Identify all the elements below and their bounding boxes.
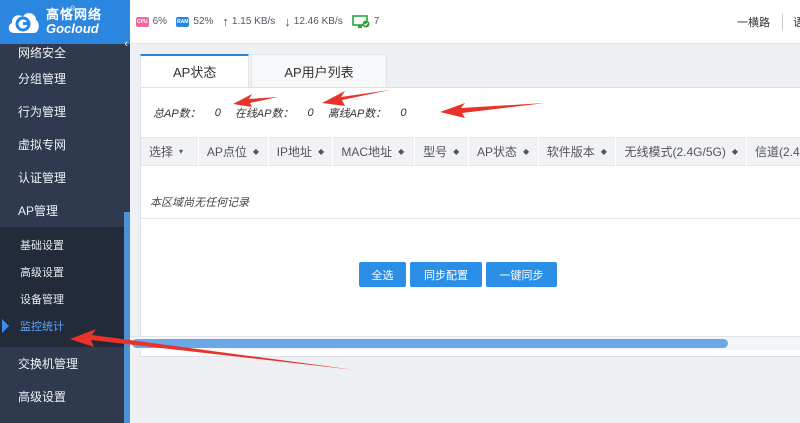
offline-ap-value: 0 [400, 106, 407, 119]
sidebar-item-auth-management[interactable]: 认证管理 [0, 161, 130, 194]
column-header-ap-location[interactable]: AP点位 ◆ [199, 137, 269, 166]
registered-mark: ® [70, 6, 76, 13]
sidebar-item-label: 高级设置 [18, 390, 67, 404]
tab-ap-user-list[interactable]: AP用户列表 [251, 54, 387, 87]
submenu-item-label: 设备管理 [20, 293, 64, 306]
online-ap-value: 0 [307, 106, 314, 119]
column-header-ip[interactable]: IP地址 ◆ [269, 137, 334, 166]
sort-icon: ◆ [317, 147, 325, 156]
sidebar-item-label: 分组管理 [18, 72, 67, 86]
cpu-usage: 6% [152, 16, 168, 27]
brand-name-en: Gocloud [46, 21, 99, 36]
column-header-channel[interactable]: 信道(2.4G [747, 137, 800, 166]
sidebar-item-ap-management[interactable]: AP管理 [0, 194, 130, 227]
online-clients-count: 7 [373, 16, 380, 27]
sort-icon: ◆ [600, 147, 607, 156]
sync-config-button[interactable]: 同步配置 [410, 262, 482, 287]
column-header-wireless-mode[interactable]: 无线模式(2.4G/5G) ◆ [616, 137, 748, 166]
top-status-bar: CPU 6% RAM 52% ↑ 1.15 KB/s ↓ 12.46 KB/s … [130, 0, 800, 44]
sort-icon: ◆ [252, 147, 259, 156]
sidebar-item-advanced-settings[interactable]: 高级设置 [0, 380, 130, 413]
offline-ap-label: 离线AP数： [327, 107, 387, 120]
sidebar-item-group-management[interactable]: 分组管理 [0, 62, 130, 95]
sort-icon: ◆ [731, 147, 738, 156]
upload-stat: ↑ 1.15 KB/s [222, 14, 275, 29]
language-switch[interactable]: 语 [793, 14, 800, 30]
sidebar-item-behavior-management[interactable]: 行为管理 [0, 95, 130, 128]
main-content: AP状态 AP用户列表 总AP数： 0 在线AP数： 0 离线AP数： 0 选择… [130, 45, 800, 423]
horizontal-scrollbar[interactable] [130, 336, 800, 350]
submenu-item-label: 基础设置 [20, 239, 64, 252]
select-all-button[interactable]: 全选 [359, 262, 406, 287]
column-header-software-version[interactable]: 软件版本 ◆ [539, 137, 617, 166]
horizontal-scrollbar-thumb[interactable] [132, 339, 728, 348]
sort-icon: ◆ [453, 147, 460, 156]
active-marker-icon [2, 319, 9, 333]
upload-speed: 1.15 KB/s [231, 16, 276, 27]
submenu-item-label: 高级设置 [20, 266, 64, 279]
cpu-stat: CPU 6% [136, 16, 167, 27]
ram-stat: RAM 52% [176, 16, 213, 27]
brand-logo[interactable]: 高恪网络 Gocloud ® [0, 0, 130, 44]
dropdown-caret-icon: ▾ [179, 147, 184, 156]
table-header: 选择 ▾ AP点位 ◆ IP地址 ◆ MAC地址 ◆ 型号 ◆ AP状态 ◆ 软件版本 ◆ 无… [141, 137, 800, 166]
topbar-right: 一横路 语 [737, 0, 800, 44]
download-speed: 12.46 KB/s [293, 16, 343, 27]
one-click-sync-button[interactable]: 一键同步 [486, 262, 557, 287]
ram-usage: 52% [193, 16, 214, 27]
online-clients-stat[interactable]: 7 [351, 14, 380, 29]
ap-submenu: 基础设置 高级设置 设备管理 监控统计 [0, 227, 130, 347]
total-ap-value: 0 [214, 106, 221, 119]
sort-icon: ◆ [398, 147, 405, 156]
sidebar-item-vpn[interactable]: 虚拟专网 [0, 128, 130, 161]
sidebar-item-label: 虚拟专网 [18, 138, 67, 152]
empty-table-message: 本区域尚无任何记录 [141, 185, 800, 219]
submenu-item-monitoring[interactable]: 监控统计 [0, 312, 130, 339]
download-arrow-icon: ↓ [284, 14, 291, 29]
total-ap-label: 总AP数： [153, 107, 201, 120]
sidebar-item-label: 行为管理 [18, 105, 67, 119]
sidebar-item-label: 交换机管理 [18, 357, 79, 371]
column-header-mac[interactable]: MAC地址 ◆ [333, 137, 416, 166]
column-header-select[interactable]: 选择 ▾ [141, 137, 199, 166]
tab-ap-status[interactable]: AP状态 [140, 54, 250, 87]
column-header-model[interactable]: 型号 ◆ [415, 137, 469, 166]
submenu-item-basic-settings[interactable]: 基础设置 [0, 231, 130, 258]
action-buttons: 全选 同步配置 一键同步 [359, 262, 561, 287]
sidebar-item-label: 网络安全 [18, 45, 67, 60]
monitor-check-icon [351, 14, 370, 28]
cloud-logo-icon [8, 13, 39, 33]
sidebar-collapse-icon[interactable]: ‹ [124, 38, 128, 50]
download-stat: ↓ 12.46 KB/s [284, 14, 342, 29]
user-name[interactable]: 一横路 [737, 14, 770, 30]
submenu-item-label: 监控统计 [20, 320, 64, 333]
column-header-ap-status[interactable]: AP状态 ◆ [469, 137, 539, 166]
submenu-item-advanced-settings[interactable]: 高级设置 [0, 258, 130, 285]
ap-status-panel: 总AP数： 0 在线AP数： 0 离线AP数： 0 选择 ▾ AP点位 ◆ IP地址… [140, 87, 800, 357]
upload-arrow-icon: ↑ [222, 14, 229, 29]
topbar-divider [782, 14, 783, 30]
ram-icon: RAM [176, 16, 190, 27]
cpu-icon: CPU [136, 16, 149, 27]
tab-bar: AP状态 AP用户列表 [140, 54, 387, 87]
ap-summary: 总AP数： 0 在线AP数： 0 离线AP数： 0 [141, 88, 800, 137]
online-ap-label: 在线AP数： [234, 107, 294, 120]
sidebar-item-switch-management[interactable]: 交换机管理 [0, 347, 130, 380]
submenu-item-device-management[interactable]: 设备管理 [0, 285, 130, 312]
sidebar-item-network-security[interactable]: 网络安全 [0, 42, 130, 62]
sidebar-item-label: 认证管理 [18, 171, 67, 185]
sidebar: 高恪网络 Gocloud ® ‹ 网络安全 分组管理 行为管理 虚拟专网 认证管… [0, 0, 130, 423]
sort-icon: ◆ [522, 147, 530, 156]
sidebar-item-label: AP管理 [18, 204, 59, 218]
